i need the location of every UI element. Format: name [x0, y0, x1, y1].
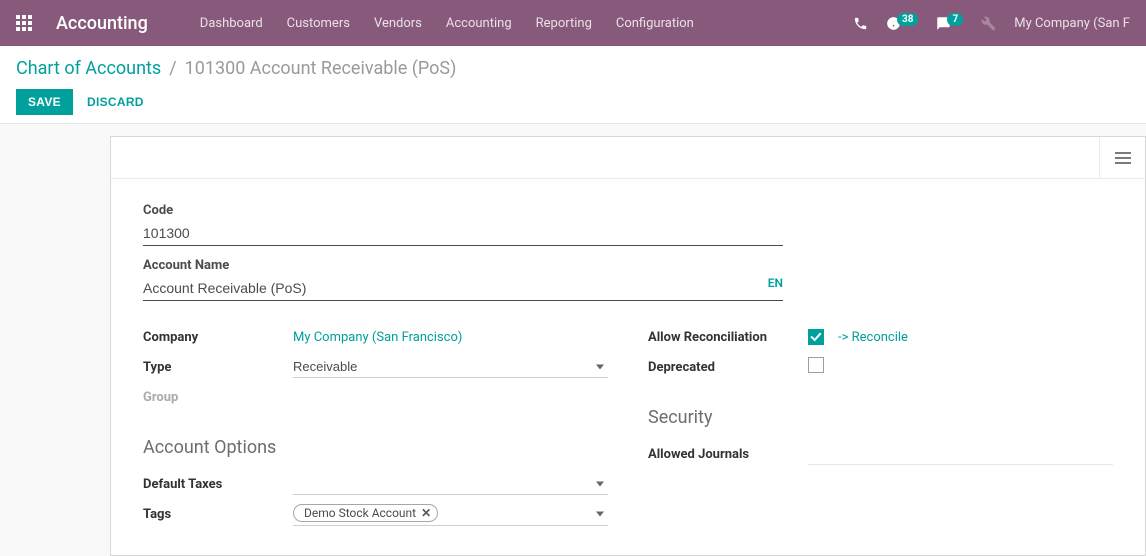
- top-navbar: Accounting Dashboard Customers Vendors A…: [0, 0, 1146, 46]
- menu-reporting[interactable]: Reporting: [524, 16, 604, 31]
- apps-icon[interactable]: [16, 15, 32, 31]
- stat-button-menu[interactable]: [1099, 137, 1145, 178]
- control-panel: Chart of Accounts / 101300 Account Recei…: [0, 46, 1146, 124]
- app-brand[interactable]: Accounting: [56, 13, 148, 34]
- code-label: Code: [143, 203, 783, 218]
- save-button[interactable]: SAVE: [16, 89, 73, 115]
- tags-label: Tags: [143, 507, 293, 522]
- messages-icon[interactable]: 7: [936, 16, 963, 31]
- tag-remove-icon[interactable]: ✕: [421, 506, 431, 520]
- type-label: Type: [143, 360, 293, 375]
- phone-icon[interactable]: [853, 16, 868, 31]
- section-security: Security: [648, 407, 1113, 428]
- deprecated-label: Deprecated: [648, 360, 808, 375]
- menu-accounting[interactable]: Accounting: [434, 16, 524, 31]
- breadcrumb-current: 101300 Account Receivable (PoS): [185, 58, 457, 79]
- menu-dashboard[interactable]: Dashboard: [188, 16, 275, 31]
- allow-reconciliation-label: Allow Reconciliation: [648, 330, 808, 345]
- default-taxes-field[interactable]: [293, 473, 608, 495]
- form-sheet: Code Account Name EN Company My Company …: [110, 136, 1146, 556]
- activity-badge: 38: [897, 13, 918, 26]
- reconcile-link[interactable]: -> Reconcile: [838, 330, 908, 345]
- menu-configuration[interactable]: Configuration: [604, 16, 706, 31]
- allow-reconciliation-checkbox[interactable]: [808, 329, 824, 345]
- section-account-options: Account Options: [143, 437, 608, 458]
- group-label: Group: [143, 390, 293, 405]
- breadcrumb-separator: /: [169, 58, 176, 79]
- menu-vendors[interactable]: Vendors: [362, 16, 434, 31]
- discard-button[interactable]: DISCARD: [87, 95, 144, 109]
- hamburger-icon: [1115, 152, 1131, 164]
- chevron-down-icon: [596, 511, 604, 516]
- account-name-label: Account Name: [143, 258, 783, 273]
- right-column: Allow Reconciliation -> Reconcile Deprec…: [648, 323, 1113, 530]
- company-switcher[interactable]: My Company (San F: [1014, 16, 1130, 31]
- debug-icon[interactable]: [981, 16, 996, 31]
- company-label: Company: [143, 330, 293, 345]
- type-select[interactable]: [293, 356, 608, 378]
- main-menu: Dashboard Customers Vendors Accounting R…: [188, 16, 706, 31]
- left-column: Company My Company (San Francisco) Type …: [143, 323, 608, 530]
- breadcrumb-parent[interactable]: Chart of Accounts: [16, 58, 161, 79]
- systray: 38 7 My Company (San F: [853, 16, 1130, 31]
- translate-button[interactable]: EN: [768, 276, 783, 290]
- code-input[interactable]: [143, 222, 783, 246]
- tag-chip[interactable]: Demo Stock Account ✕: [293, 504, 438, 522]
- allowed-journals-field[interactable]: [808, 443, 1113, 465]
- menu-customers[interactable]: Customers: [275, 16, 362, 31]
- allowed-journals-label: Allowed Journals: [648, 447, 808, 462]
- tags-field[interactable]: Demo Stock Account ✕: [293, 502, 608, 526]
- activity-icon[interactable]: 38: [886, 16, 918, 31]
- account-name-input[interactable]: [143, 277, 783, 301]
- messages-badge: 7: [947, 13, 963, 26]
- tag-label: Demo Stock Account: [304, 506, 416, 520]
- default-taxes-label: Default Taxes: [143, 477, 293, 492]
- chevron-down-icon: [596, 481, 604, 486]
- company-value[interactable]: My Company (San Francisco): [293, 330, 608, 345]
- breadcrumb: Chart of Accounts / 101300 Account Recei…: [16, 58, 1130, 79]
- deprecated-checkbox[interactable]: [808, 357, 824, 373]
